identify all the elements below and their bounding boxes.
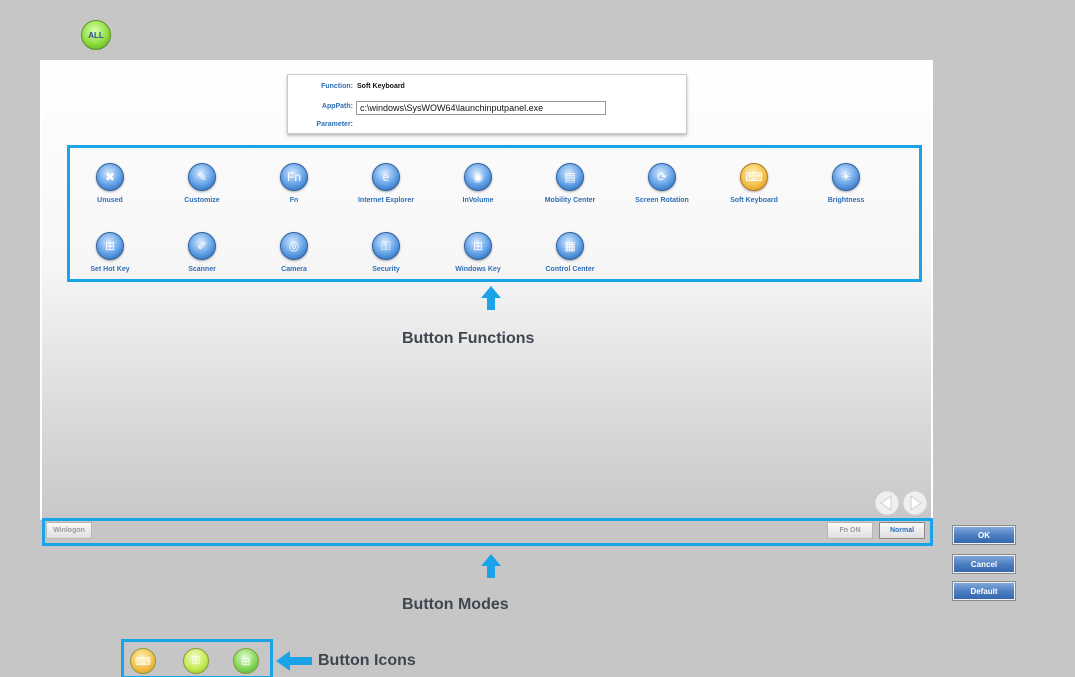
control-center-icon: ▦ bbox=[556, 232, 584, 260]
function-item-set-hot-key[interactable]: ⊞ Set Hot Key bbox=[65, 232, 155, 273]
next-arrow-icon[interactable] bbox=[902, 490, 928, 516]
unused-icon: ✖ bbox=[96, 163, 124, 191]
button-icons-annotation: Button Icons bbox=[318, 652, 416, 669]
function-item-customize[interactable]: ✎ Customize bbox=[157, 163, 247, 204]
mobility-center-icon: ▤ bbox=[556, 163, 584, 191]
apppath-field[interactable]: c:\windows\SysWOW64\launchinputpanel.exe bbox=[356, 101, 606, 115]
function-item-security[interactable]: ⚿ Security bbox=[341, 232, 431, 273]
soft-keyboard-icon[interactable]: ⌨ bbox=[130, 648, 156, 674]
scanner-icon: ✐ bbox=[188, 232, 216, 260]
apppath-label: AppPath: bbox=[321, 103, 353, 110]
function-item-control-center[interactable]: ▦ Control Center bbox=[525, 232, 615, 273]
function-item-unused[interactable]: ✖ Unused bbox=[65, 163, 155, 204]
internet-explorer-icon: e bbox=[372, 163, 400, 191]
function-item-soft-keyboard[interactable]: ⌨ Soft Keyboard bbox=[709, 163, 799, 204]
parameter-label: Parameter: bbox=[316, 121, 353, 128]
winlogon-mode-button[interactable]: Winlogon bbox=[46, 522, 92, 539]
button-functions-annotation: Button Functions bbox=[402, 330, 535, 347]
button-config-window: ALL Function: Soft Keyboard AppPath: c:\… bbox=[0, 0, 1075, 677]
brightness-icon: ☀ bbox=[832, 163, 860, 191]
fn-icon: Fn bbox=[280, 163, 308, 191]
ok-button[interactable]: OK bbox=[953, 526, 1015, 544]
function-label: Unused bbox=[97, 197, 123, 204]
functions-arrow-icon bbox=[481, 286, 501, 310]
function-label: Customize bbox=[184, 197, 220, 204]
function-label: InVolume bbox=[462, 197, 494, 204]
set-hot-key-icon: ⊞ bbox=[96, 232, 124, 260]
function-label: Soft Keyboard bbox=[730, 197, 778, 204]
button-modes-annotation: Button Modes bbox=[402, 596, 509, 613]
all-button[interactable]: ALL bbox=[81, 20, 111, 50]
default-button[interactable]: Default bbox=[953, 582, 1015, 600]
function-label: Set Hot Key bbox=[90, 266, 130, 273]
customize-icon: ✎ bbox=[188, 163, 216, 191]
previous-arrow-icon[interactable] bbox=[874, 490, 900, 516]
all-label: ALL bbox=[88, 30, 104, 40]
function-item-screen-rotation[interactable]: ⟳ Screen Rotation bbox=[617, 163, 707, 204]
function-item-mobility-center[interactable]: ▤ Mobility Center bbox=[525, 163, 615, 204]
function-item-fn[interactable]: Fn Fn bbox=[249, 163, 339, 204]
windows-key-icon: ⊞ bbox=[464, 232, 492, 260]
function-label: Windows Key bbox=[455, 266, 501, 273]
function-item-windows-key[interactable]: ⊞ Windows Key bbox=[433, 232, 523, 273]
normal-mode-button[interactable]: Normal bbox=[879, 522, 925, 539]
security-icon: ⚿ bbox=[372, 232, 400, 260]
function-info-box: Function: Soft Keyboard AppPath: c:\wind… bbox=[287, 74, 687, 134]
function-label: Brightness bbox=[827, 197, 865, 204]
function-label: Camera bbox=[281, 266, 307, 273]
function-item-internet-explorer[interactable]: e Internet Explorer bbox=[341, 163, 431, 204]
volume-icon: ◉ bbox=[464, 163, 492, 191]
cancel-button[interactable]: Cancel bbox=[953, 555, 1015, 573]
function-item-involume[interactable]: ◉ InVolume bbox=[433, 163, 523, 204]
function-item-brightness[interactable]: ☀ Brightness bbox=[801, 163, 891, 204]
function-label: Control Center bbox=[545, 266, 595, 273]
button-modes-highlight bbox=[42, 518, 933, 546]
security-icon[interactable]: ⚿ bbox=[183, 648, 209, 674]
modes-arrow-icon bbox=[481, 554, 501, 578]
function-label: Scanner bbox=[188, 266, 216, 273]
function-item-camera[interactable]: ◎ Camera bbox=[249, 232, 339, 273]
soft-keyboard-icon: ⌨ bbox=[740, 163, 768, 191]
fn-on-mode-button[interactable]: Fn ON bbox=[827, 522, 873, 539]
screen-rotation-icon: ⟳ bbox=[648, 163, 676, 191]
function-label: Security bbox=[372, 266, 400, 273]
function-label: Internet Explorer bbox=[357, 197, 414, 204]
page-nav-arrows bbox=[874, 490, 928, 516]
icons-arrow-icon bbox=[276, 651, 312, 671]
function-label: Screen Rotation bbox=[635, 197, 689, 204]
function-label: Fn bbox=[289, 197, 299, 204]
function-value: Soft Keyboard bbox=[357, 83, 405, 90]
function-label: Mobility Center bbox=[544, 197, 596, 204]
function-label: Function: bbox=[321, 83, 353, 90]
camera-icon: ◎ bbox=[280, 232, 308, 260]
windows-key-icon[interactable]: ⊞ bbox=[233, 648, 259, 674]
function-item-scanner[interactable]: ✐ Scanner bbox=[157, 232, 247, 273]
